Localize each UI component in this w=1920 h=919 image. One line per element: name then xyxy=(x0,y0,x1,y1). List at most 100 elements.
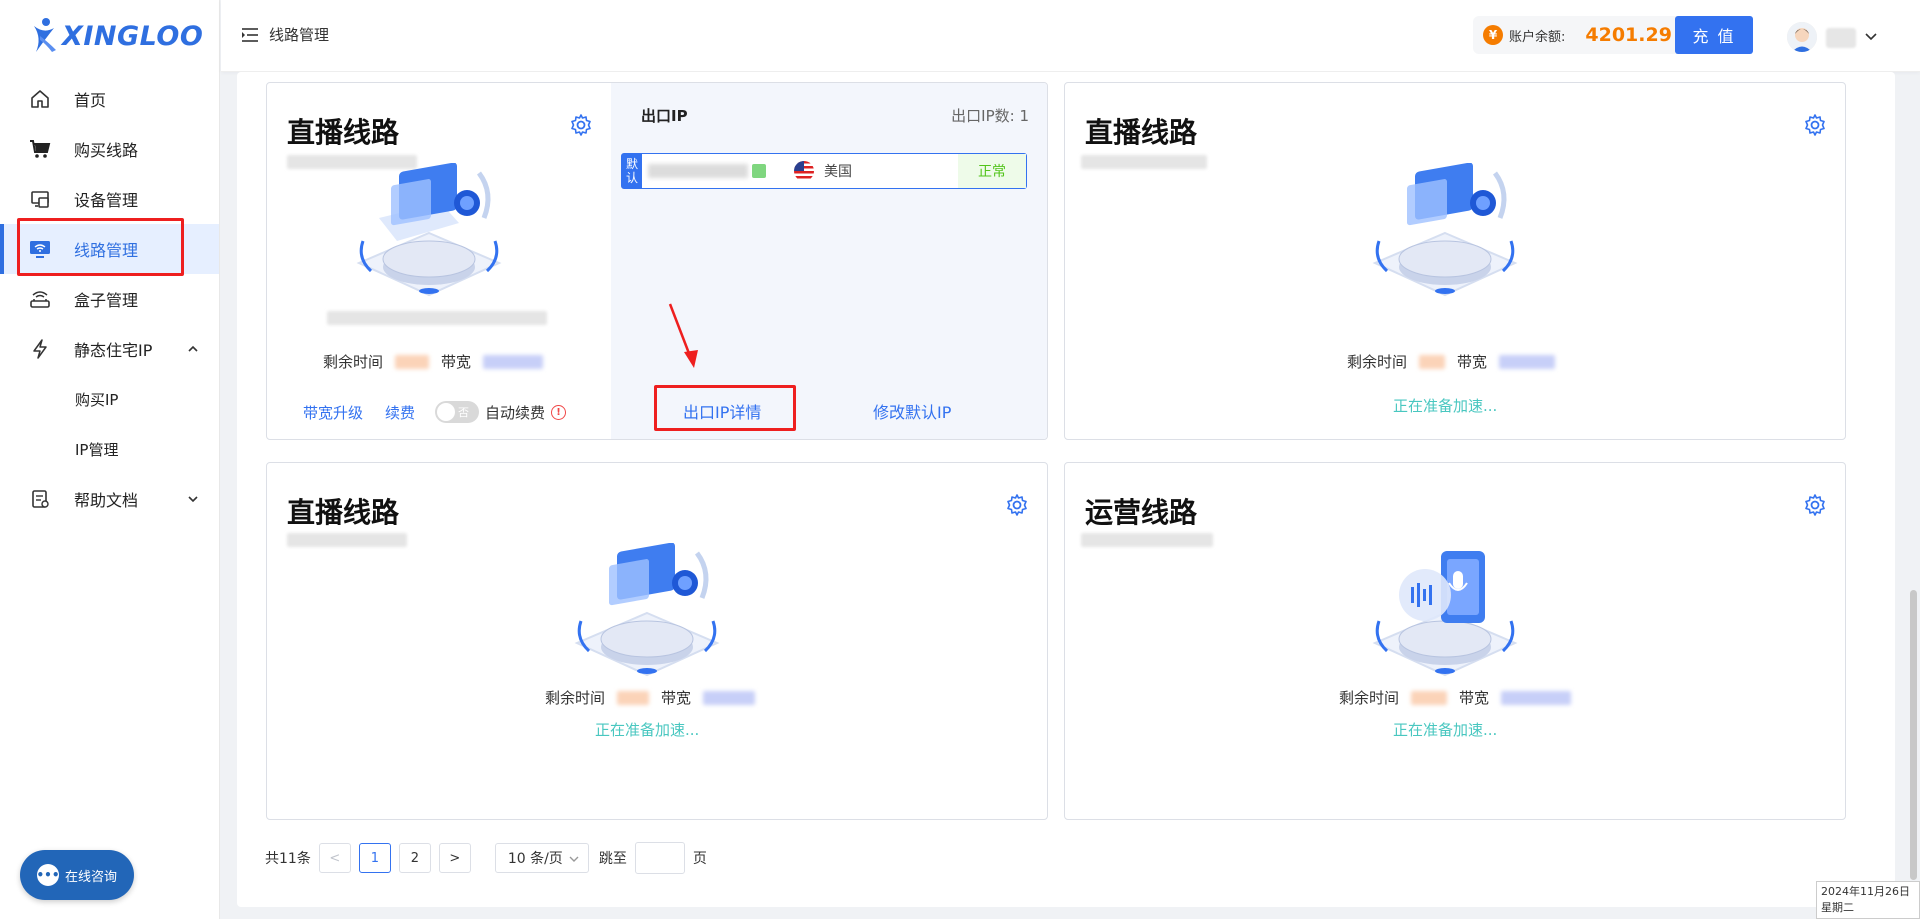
sidebar-item-buy-lines[interactable]: 购买线路 xyxy=(0,124,219,174)
remaining-time-row: 剩余时间 带宽 xyxy=(1339,687,1583,708)
live-camera-illustration-icon xyxy=(574,543,720,677)
sidebar-item-label: 线路管理 xyxy=(74,241,139,260)
preparing-text: 正在准备加速 xyxy=(1393,721,1484,739)
gear-icon[interactable] xyxy=(569,113,593,137)
cart-icon xyxy=(28,137,52,161)
info-warning-icon[interactable]: ! xyxy=(551,404,567,420)
sidebar-item-home[interactable]: 首页 xyxy=(0,74,219,124)
redacted-remaining-value xyxy=(395,354,430,369)
upgrade-bandwidth-link[interactable]: 带宽升级 xyxy=(303,402,363,423)
remaining-label: 剩余时间 xyxy=(1339,689,1400,707)
bandwidth-label: 带宽 xyxy=(1459,689,1490,707)
phone-audio-illustration-icon xyxy=(1372,551,1518,677)
home-icon xyxy=(28,87,52,111)
preparing-ellipsis: ... xyxy=(1483,397,1498,415)
submenu-item-buy-ip[interactable]: 购买IP xyxy=(0,374,219,424)
sidebar-item-devices[interactable]: 设备管理 xyxy=(0,174,219,224)
page-size-select[interactable]: 10 条/页 xyxy=(494,843,589,873)
device-icon xyxy=(28,187,52,211)
exit-ip-detail-link[interactable]: 出口IP详情 xyxy=(683,399,761,423)
balance-box: ¥ 账户余额: 4201.29 xyxy=(1473,16,1703,54)
card-actions: 带宽升级 续费 否 自动续费 ! xyxy=(303,401,567,423)
line-card: 直播线路 剩余时间 带宽 正在准备加速... xyxy=(266,462,1048,820)
avatar[interactable] xyxy=(1787,22,1817,52)
red-arrow-annotation-icon xyxy=(668,303,698,368)
logo[interactable]: XINGLOO xyxy=(0,0,219,72)
redacted-line-address xyxy=(327,311,547,325)
remaining-label: 剩余时间 xyxy=(545,689,606,707)
next-page-button[interactable]: > xyxy=(438,843,471,873)
preparing-text: 正在准备加速 xyxy=(1393,397,1484,415)
line-card: 运营线路 剩余时间 带宽 正在准备加速... xyxy=(1064,462,1846,820)
online-chat-button[interactable]: ••• 在线咨询 xyxy=(20,850,134,900)
jump-page-input[interactable] xyxy=(634,842,685,874)
chat-bubble-icon: ••• xyxy=(36,864,60,886)
remaining-time-row: 剩余时间 带宽 xyxy=(545,687,767,708)
page-button-2[interactable]: 2 xyxy=(398,843,431,873)
bandwidth-label: 带宽 xyxy=(661,689,692,707)
live-camera-illustration-icon xyxy=(356,163,502,297)
sidebar-item-label: 首页 xyxy=(74,91,107,110)
ip-country: 美国 xyxy=(824,164,852,180)
ip-type-badge-icon xyxy=(752,164,766,178)
sidebar-item-static-ip[interactable]: 静态住宅IP xyxy=(0,324,219,374)
menu-fold-icon[interactable] xyxy=(241,27,259,43)
chevron-down-icon xyxy=(569,856,579,862)
page-size-value: 10 条/页 xyxy=(507,851,563,867)
clock-weekday: 星期二 xyxy=(1821,901,1854,914)
ip-status-badge: 正常 xyxy=(958,154,1026,188)
sidebar-item-label: 盒子管理 xyxy=(74,291,139,310)
sidebar-item-label: 购买线路 xyxy=(74,141,139,160)
modify-default-ip-link[interactable]: 修改默认IP xyxy=(873,399,951,423)
brand-name: XINGLOO xyxy=(62,20,204,52)
auto-renew-label: 自动续费 xyxy=(485,403,546,422)
redacted-remaining-value xyxy=(1411,690,1448,705)
redacted-bandwidth-value xyxy=(703,690,756,705)
chevron-down-icon[interactable] xyxy=(185,491,201,507)
redacted-line-id xyxy=(1081,155,1207,169)
preparing-text: 正在准备加速 xyxy=(595,721,686,739)
preparing-ellipsis: ... xyxy=(685,721,700,739)
exit-ip-row[interactable]: 默认 美国 正常 xyxy=(621,153,1027,189)
redacted-ip-address xyxy=(648,164,748,178)
clock-date: 2024年11月26日 xyxy=(1821,885,1910,898)
recharge-button[interactable]: 充 值 xyxy=(1675,16,1753,54)
lightning-icon xyxy=(28,337,52,361)
renew-link[interactable]: 续费 xyxy=(385,402,415,423)
document-icon xyxy=(28,487,52,511)
remaining-label: 剩余时间 xyxy=(323,353,384,371)
preparing-status: 正在准备加速... xyxy=(1393,719,1497,740)
exit-ip-title: 出口IP xyxy=(641,107,688,125)
auto-renew-toggle[interactable]: 否 xyxy=(435,401,480,423)
top-header: 线路管理 ¥ 账户余额: 4201.29 充 值 xyxy=(221,0,1920,72)
sidebar-item-label: 设备管理 xyxy=(74,191,139,210)
username-redacted[interactable] xyxy=(1826,28,1856,48)
page-button-1[interactable]: 1 xyxy=(358,843,391,873)
redacted-bandwidth-value xyxy=(483,354,544,369)
sidebar-item-box-management[interactable]: 盒子管理 xyxy=(0,274,219,324)
sidebar-item-line-management[interactable]: 线路管理 xyxy=(0,224,219,274)
monitor-wifi-icon xyxy=(28,237,52,261)
chevron-down-icon[interactable] xyxy=(1863,28,1879,44)
submenu-item-ip-management[interactable]: IP管理 xyxy=(0,424,219,474)
exit-ip-count: 出口IP数: 1 xyxy=(951,107,1029,125)
vertical-scrollbar[interactable] xyxy=(1910,590,1917,880)
gear-icon[interactable] xyxy=(1803,493,1827,517)
redacted-remaining-value xyxy=(617,690,650,705)
gear-icon[interactable] xyxy=(1005,493,1029,517)
balance-label: 账户余额: xyxy=(1509,29,1566,45)
prev-page-button[interactable]: < xyxy=(318,843,351,873)
bandwidth-label: 带宽 xyxy=(1457,353,1488,371)
redacted-line-id xyxy=(1081,533,1213,547)
redacted-bandwidth-value xyxy=(1501,690,1572,705)
router-icon xyxy=(28,287,52,311)
page-unit-label: 页 xyxy=(692,851,707,867)
system-clock: 2024年11月26日 星期二 xyxy=(1816,881,1920,919)
remaining-time-row: 剩余时间 带宽 xyxy=(1347,351,1567,372)
balance-value: 4201.29 xyxy=(1585,24,1672,46)
chevron-up-icon[interactable] xyxy=(185,341,201,357)
gear-icon[interactable] xyxy=(1803,113,1827,137)
pagination: 共11条 < 1 2 > 10 条/页 跳至 页 xyxy=(265,842,707,874)
preparing-status: 正在准备加速... xyxy=(595,719,699,740)
sidebar-item-help-docs[interactable]: 帮助文档 xyxy=(0,474,219,524)
